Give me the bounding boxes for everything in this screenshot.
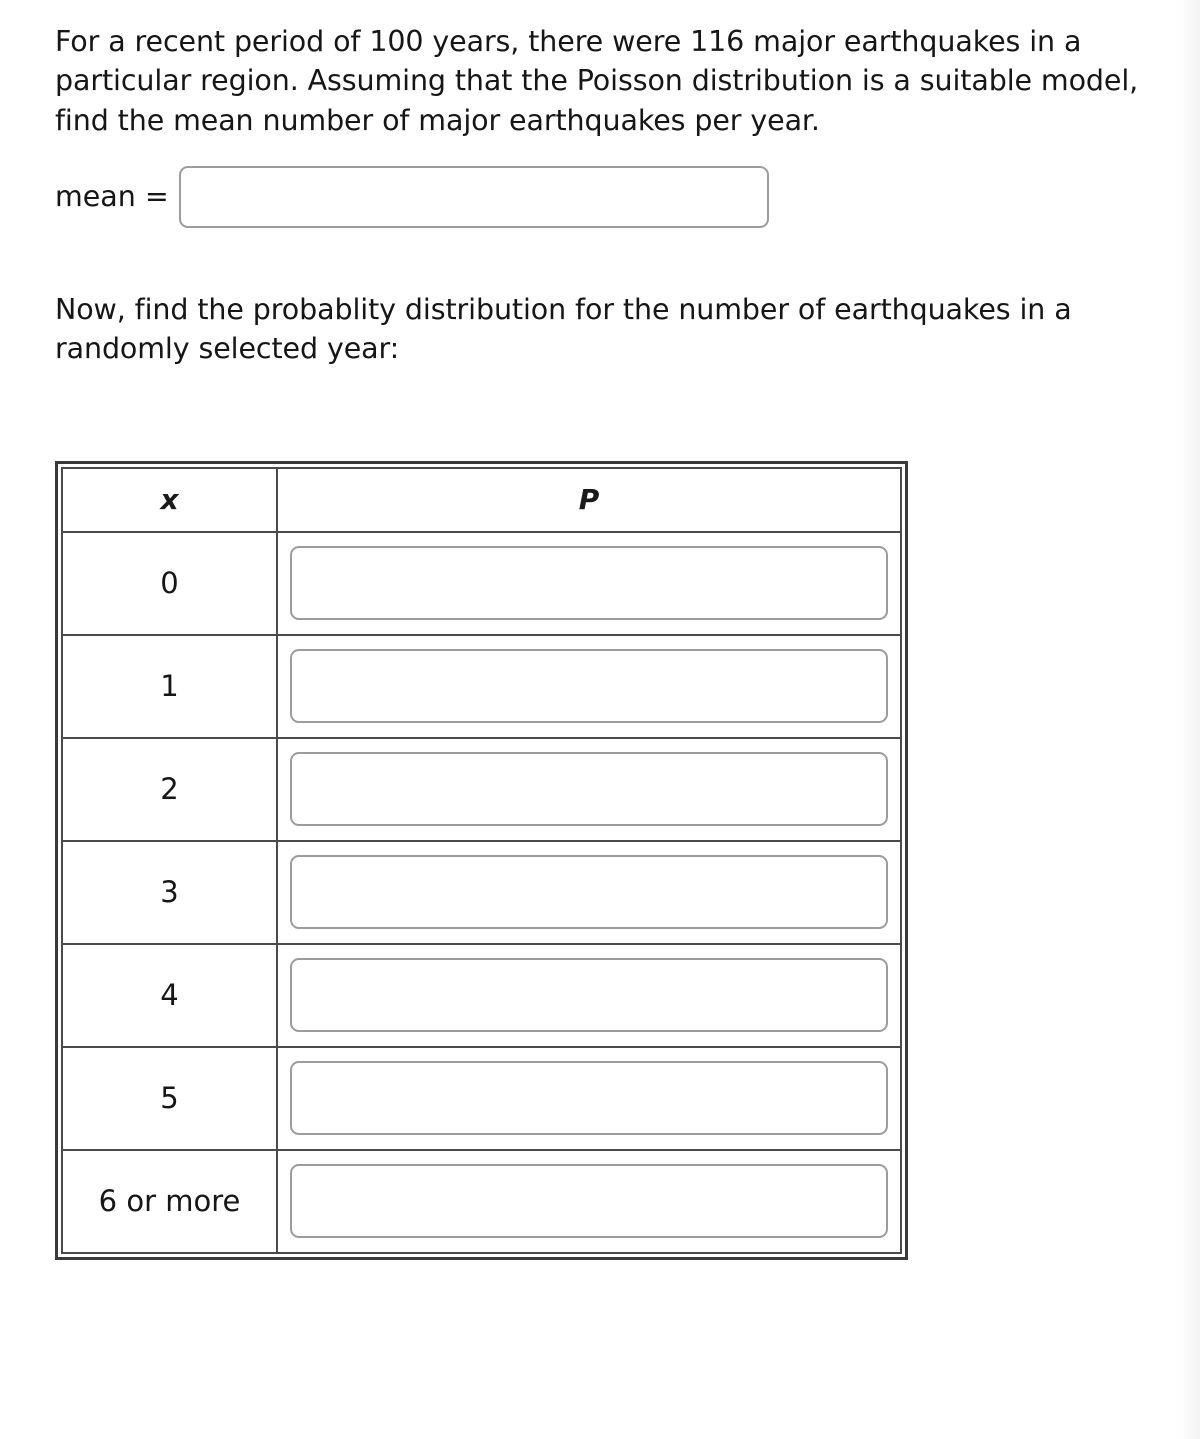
row-input-cell-0 [276, 530, 902, 636]
row-label-2: 2 [61, 736, 278, 842]
table-row: 0 [61, 530, 902, 636]
column-header-p: P [276, 466, 902, 533]
table-row: 5 [61, 1045, 902, 1151]
content-area: For a recent period of 100 years, there … [55, 22, 1145, 1260]
worksheet-page: For a recent period of 100 years, there … [0, 0, 1200, 1439]
column-header-x: x [61, 466, 278, 533]
row-label-3: 3 [61, 839, 278, 945]
row-input-cell-3 [276, 839, 902, 945]
question-paragraph-1: For a recent period of 100 years, there … [55, 25, 1139, 137]
row-label-1: 1 [61, 633, 278, 739]
table-row: 6 or more [61, 1148, 902, 1254]
row-input-cell-5 [276, 1045, 902, 1151]
row-label-0: 0 [61, 530, 278, 636]
probability-input-2[interactable] [290, 752, 888, 827]
probability-input-3[interactable] [290, 855, 888, 930]
table-header-row: x P [61, 466, 902, 533]
probability-input-5[interactable] [290, 1061, 888, 1136]
distribution-table-container: x P 0 1 2 3 4 5 6 or more [55, 460, 908, 1260]
mean-label: mean = [55, 180, 169, 214]
distribution-table: x P 0 1 2 3 4 5 6 or more [61, 466, 902, 1254]
mean-answer-row: mean = [55, 165, 1145, 228]
row-input-cell-1 [276, 633, 902, 739]
mean-input[interactable] [178, 165, 769, 228]
page-edge-shadow [1174, 0, 1200, 1439]
table-row: 3 [61, 839, 902, 945]
table-row: 4 [61, 942, 902, 1048]
probability-input-4[interactable] [290, 958, 888, 1033]
table-body: 0 1 2 3 4 5 6 or more [61, 530, 902, 1254]
row-label-4: 4 [61, 942, 278, 1048]
row-input-cell-6 [276, 1148, 902, 1254]
probability-input-0[interactable] [290, 546, 888, 621]
row-label-5: 5 [61, 1045, 278, 1151]
row-input-cell-4 [276, 942, 902, 1048]
probability-input-1[interactable] [290, 649, 888, 724]
table-row: 2 [61, 736, 902, 842]
table-row: 1 [61, 633, 902, 739]
probability-input-6[interactable] [290, 1164, 888, 1239]
row-input-cell-2 [276, 736, 902, 842]
question-paragraph-2: Now, find the probablity distribution fo… [55, 292, 1072, 366]
row-label-6: 6 or more [61, 1148, 278, 1254]
